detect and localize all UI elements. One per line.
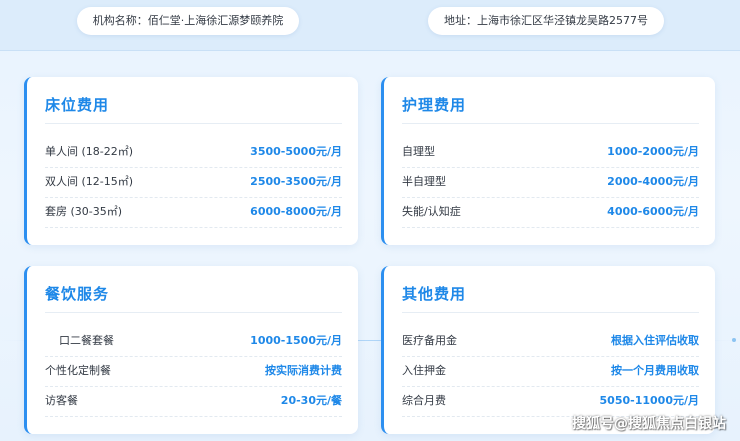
fee-label: 综合月费 — [402, 394, 446, 407]
divider — [402, 312, 699, 313]
card-bed-fees: 床位费用 单人间 (18-22㎡) 3500-5000元/月 双人间 (12-1… — [24, 77, 358, 245]
fee-label: 入住押金 — [402, 364, 446, 377]
fee-row: 医疗备用金 根据入住评估收取 — [402, 326, 699, 357]
card-title: 床位费用 — [45, 96, 110, 114]
fee-value: 按一个月费用收取 — [611, 364, 699, 377]
fee-label: 医疗备用金 — [402, 334, 457, 347]
fee-row: 单人间 (18-22㎡) 3500-5000元/月 — [45, 137, 342, 168]
fee-value: 根据入住评估收取 — [611, 334, 699, 347]
divider — [402, 123, 699, 124]
fee-row: 双人间 (12-15㎡) 2500-3500元/月 — [45, 167, 342, 198]
fee-row: 半自理型 2000-4000元/月 — [402, 167, 699, 198]
card-title: 其他费用 — [402, 285, 467, 303]
watermark-text: 搜狐号@搜狐焦点白银站 — [572, 416, 726, 432]
card-title: 餐饮服务 — [45, 285, 110, 303]
fee-label: 失能/认知症 — [402, 205, 461, 218]
fee-value: 20-30元/餐 — [280, 394, 342, 407]
fee-row: 入住押金 按一个月费用收取 — [402, 356, 699, 387]
fee-value: 1000-1500元/月 — [250, 334, 342, 347]
fee-row: 套房 (30-35㎡) 6000-8000元/月 — [45, 197, 342, 228]
fee-row: 个性化定制餐 按实际消费计费 — [45, 356, 342, 387]
fee-label: 访客餐 — [45, 394, 78, 407]
card-title: 护理费用 — [402, 96, 467, 114]
fee-value: 5050-11000元/月 — [599, 394, 699, 407]
fee-value: 4000-6000元/月 — [607, 205, 699, 218]
card-care-fees: 护理费用 自理型 1000-2000元/月 半自理型 2000-4000元/月 … — [381, 77, 715, 245]
fee-label: 双人间 (12-15㎡) — [45, 175, 134, 188]
decorative-dot — [732, 338, 736, 342]
fee-value: 3500-5000元/月 — [250, 145, 342, 158]
fee-label: 个性化定制餐 — [45, 364, 111, 377]
fee-label: 自理型 — [402, 145, 435, 158]
fee-value: 按实际消费计费 — [265, 364, 342, 377]
divider — [45, 312, 342, 313]
fee-label: 半自理型 — [402, 175, 446, 188]
fee-label: 套房 (30-35㎡) — [45, 205, 123, 218]
fee-row: 访客餐 20-30元/餐 — [45, 386, 342, 417]
fee-value: 2000-4000元/月 — [607, 175, 699, 188]
fee-row: 自理型 1000-2000元/月 — [402, 137, 699, 168]
fee-value: 1000-2000元/月 — [607, 145, 699, 158]
fee-row: 口二餐套餐 1000-1500元/月 — [45, 326, 342, 357]
fee-value: 2500-3500元/月 — [250, 175, 342, 188]
fee-value: 6000-8000元/月 — [250, 205, 342, 218]
divider — [45, 123, 342, 124]
fee-row: 失能/认知症 4000-6000元/月 — [402, 197, 699, 228]
institution-name-pill: 机构名称：佰仁堂·上海徐汇源梦颐养院 — [77, 7, 299, 35]
address-pill: 地址：上海市徐汇区华泾镇龙吴路2577号 — [428, 7, 664, 35]
card-dining-services: 餐饮服务 口二餐套餐 1000-1500元/月 个性化定制餐 按实际消费计费 访… — [24, 266, 358, 434]
card-other-fees: 其他费用 医疗备用金 根据入住评估收取 入住押金 按一个月费用收取 综合月费 5… — [381, 266, 715, 434]
fee-label: 口二餐套餐 — [59, 334, 114, 347]
fee-label: 单人间 (18-22㎡) — [45, 145, 134, 158]
